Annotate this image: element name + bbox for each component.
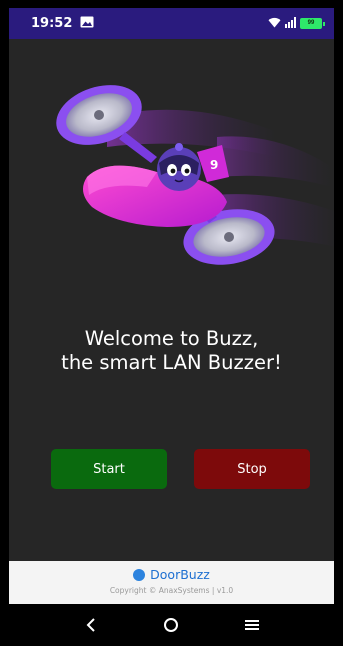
signal-icon [285, 15, 296, 33]
footer: DoorBuzz Copyright © AnaxSystems | v1.0 [9, 561, 334, 604]
recents-icon[interactable] [237, 610, 267, 640]
home-icon[interactable] [156, 610, 186, 640]
welcome-message: Welcome to Buzz, the smart LAN Buzzer! [9, 327, 334, 375]
status-time: 19:52 [31, 16, 73, 31]
stop-button[interactable]: Stop [194, 449, 310, 489]
status-bar: 19:52 99 [9, 8, 334, 39]
welcome-line-1: Welcome to Buzz, [84, 327, 259, 350]
drone-character-illustration: 9 [56, 85, 337, 265]
battery-icon: 99 [300, 18, 325, 29]
brand-logo-icon [133, 568, 146, 581]
app-body: 9 Welcome to Buzz, the smart LAN Buzzer!… [9, 39, 337, 561]
welcome-line-2: the smart LAN Buzzer! [61, 351, 282, 374]
navigation-bar [9, 604, 334, 646]
start-button[interactable]: Start [51, 449, 167, 489]
brand-name: DoorBuzz [150, 567, 210, 582]
brand[interactable]: DoorBuzz [9, 567, 334, 582]
back-icon[interactable] [76, 610, 106, 640]
copyright-text: Copyright © AnaxSystems | v1.0 [109, 586, 234, 595]
hero-badge: 9 [210, 158, 218, 172]
image-notification-icon [80, 15, 94, 33]
wifi-icon [268, 15, 281, 33]
